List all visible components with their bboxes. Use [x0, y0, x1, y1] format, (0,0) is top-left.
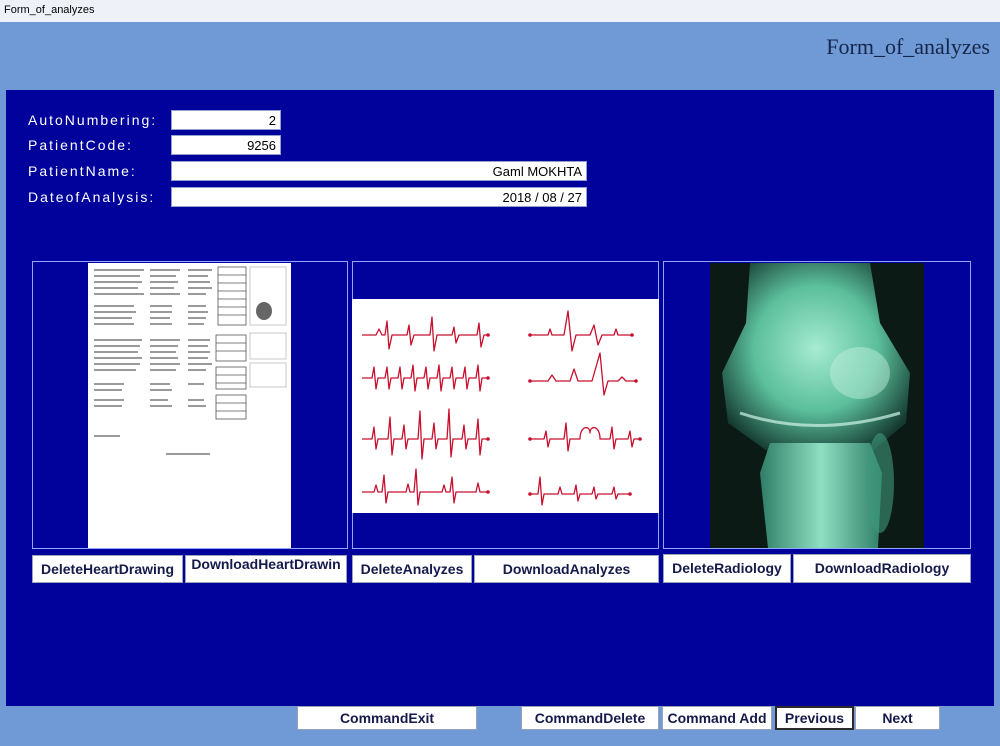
dateofanalysis-field[interactable]: 2018 / 08 / 27 — [171, 187, 587, 207]
radiology-image — [710, 263, 924, 548]
analyzes-image — [352, 299, 659, 513]
delete-heart-drawing-button[interactable]: DeleteHeartDrawing — [32, 555, 183, 583]
delete-analyzes-button[interactable]: DeleteAnalyzes — [352, 555, 472, 583]
dateofanalysis-label: DateofAnalysis: — [28, 189, 156, 205]
patientcode-field[interactable]: 9256 — [171, 135, 281, 155]
command-exit-button[interactable]: CommandExit — [297, 706, 477, 730]
patientname-field[interactable]: Gaml MOKHTA — [171, 161, 587, 181]
download-analyzes-button[interactable]: DownloadAnalyzes — [474, 555, 659, 583]
next-button[interactable]: Next — [855, 706, 940, 730]
form-title: Form_of_analyzes — [826, 34, 990, 59]
window-title: Form_of_analyzes — [4, 4, 95, 16]
delete-radiology-button[interactable]: DeleteRadiology — [663, 554, 791, 583]
patientcode-label: PatientCode: — [28, 137, 133, 153]
patientname-label: PatientName: — [28, 163, 137, 179]
previous-button[interactable]: Previous — [775, 706, 854, 730]
download-radiology-button[interactable]: DownloadRadiology — [793, 554, 971, 583]
autonumbering-label: AutoNumbering: — [28, 112, 158, 128]
autonumbering-field[interactable]: 2 — [171, 110, 281, 130]
command-delete-button[interactable]: CommandDelete — [521, 706, 659, 730]
download-heart-drawing-button[interactable]: DownloadHeartDrawin _ — [185, 555, 347, 583]
command-add-button[interactable]: Command Add — [662, 706, 772, 730]
window-titlebar: Form_of_analyzes — [0, 0, 1000, 23]
heart-drawing-image — [88, 263, 291, 548]
